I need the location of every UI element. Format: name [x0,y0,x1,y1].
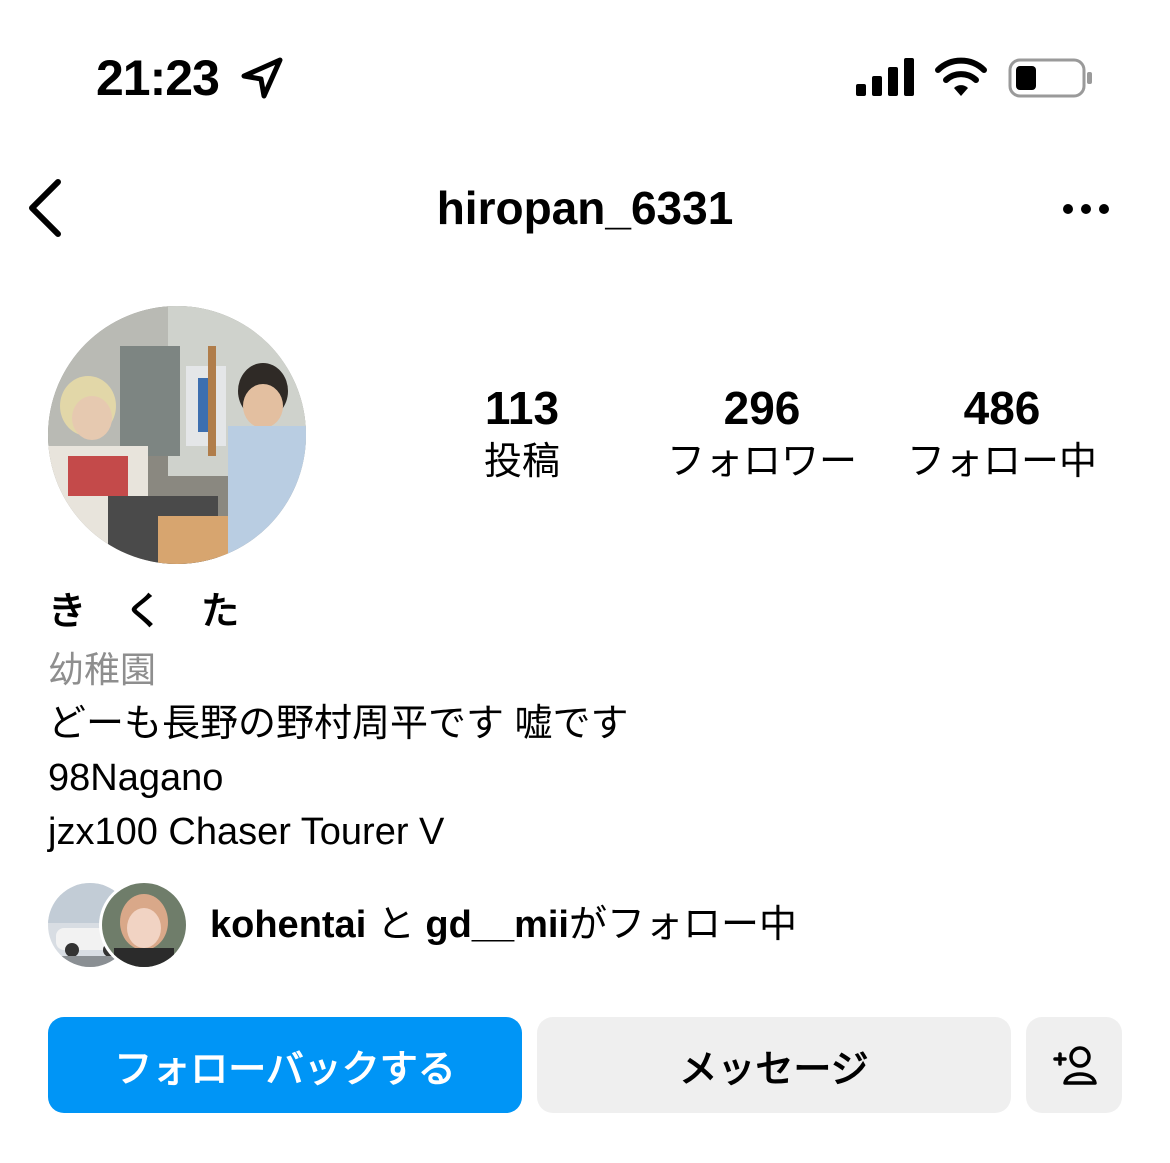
profile-photo [48,306,306,564]
wifi-icon [935,57,987,96]
location-arrow-icon [241,57,283,99]
message-button[interactable]: メッセージ [537,1017,1011,1113]
stat-following[interactable]: 486 フォロー中 [882,382,1122,486]
profile-username: hiropan_6331 [436,182,734,234]
mutual-user-link[interactable]: kohentai [210,904,366,946]
following-count: 486 [963,382,1041,434]
bio-line: 98Nagano [48,757,224,799]
followed-by-suffix: がフォロー中 [569,904,798,946]
message-label: メッセージ [679,1048,869,1091]
posts-count: 113 [484,382,560,434]
ellipsis-icon[interactable] [1058,196,1114,222]
stat-followers[interactable]: 296 フォロワー [642,382,882,486]
mutual-followers-avatars[interactable] [48,880,188,970]
mutual-user-link[interactable]: gd__mii [425,904,569,946]
status-time: 21:23 [96,50,220,106]
chevron-left-icon[interactable] [22,176,70,240]
display-name: き く た [48,591,254,633]
add-person-icon [1053,1046,1097,1085]
following-label: フォロー中 [906,441,1097,483]
profile-category: 幼稚園 [48,649,157,690]
bio-line: どーも長野の野村周平です 嘘です [48,703,629,745]
follow-back-button[interactable]: フォローバックする [48,1017,522,1113]
connector-text: と [376,904,415,946]
posts-label: 投稿 [483,441,560,483]
follow-back-label: フォローバックする [114,1048,456,1091]
followers-label: フォロワー [666,441,857,483]
bio-line: jzx100 Chaser Tourer V [48,811,445,853]
battery-icon [1008,58,1092,98]
cellular-signal-icon [856,58,914,96]
suggested-users-button[interactable] [1026,1017,1122,1113]
profile-avatar[interactable] [48,306,306,564]
followers-count: 296 [723,382,801,434]
followed-by-text[interactable]: kohentai と gd__miiがフォロー中 [210,900,797,950]
stat-posts[interactable]: 113 投稿 [402,382,642,486]
